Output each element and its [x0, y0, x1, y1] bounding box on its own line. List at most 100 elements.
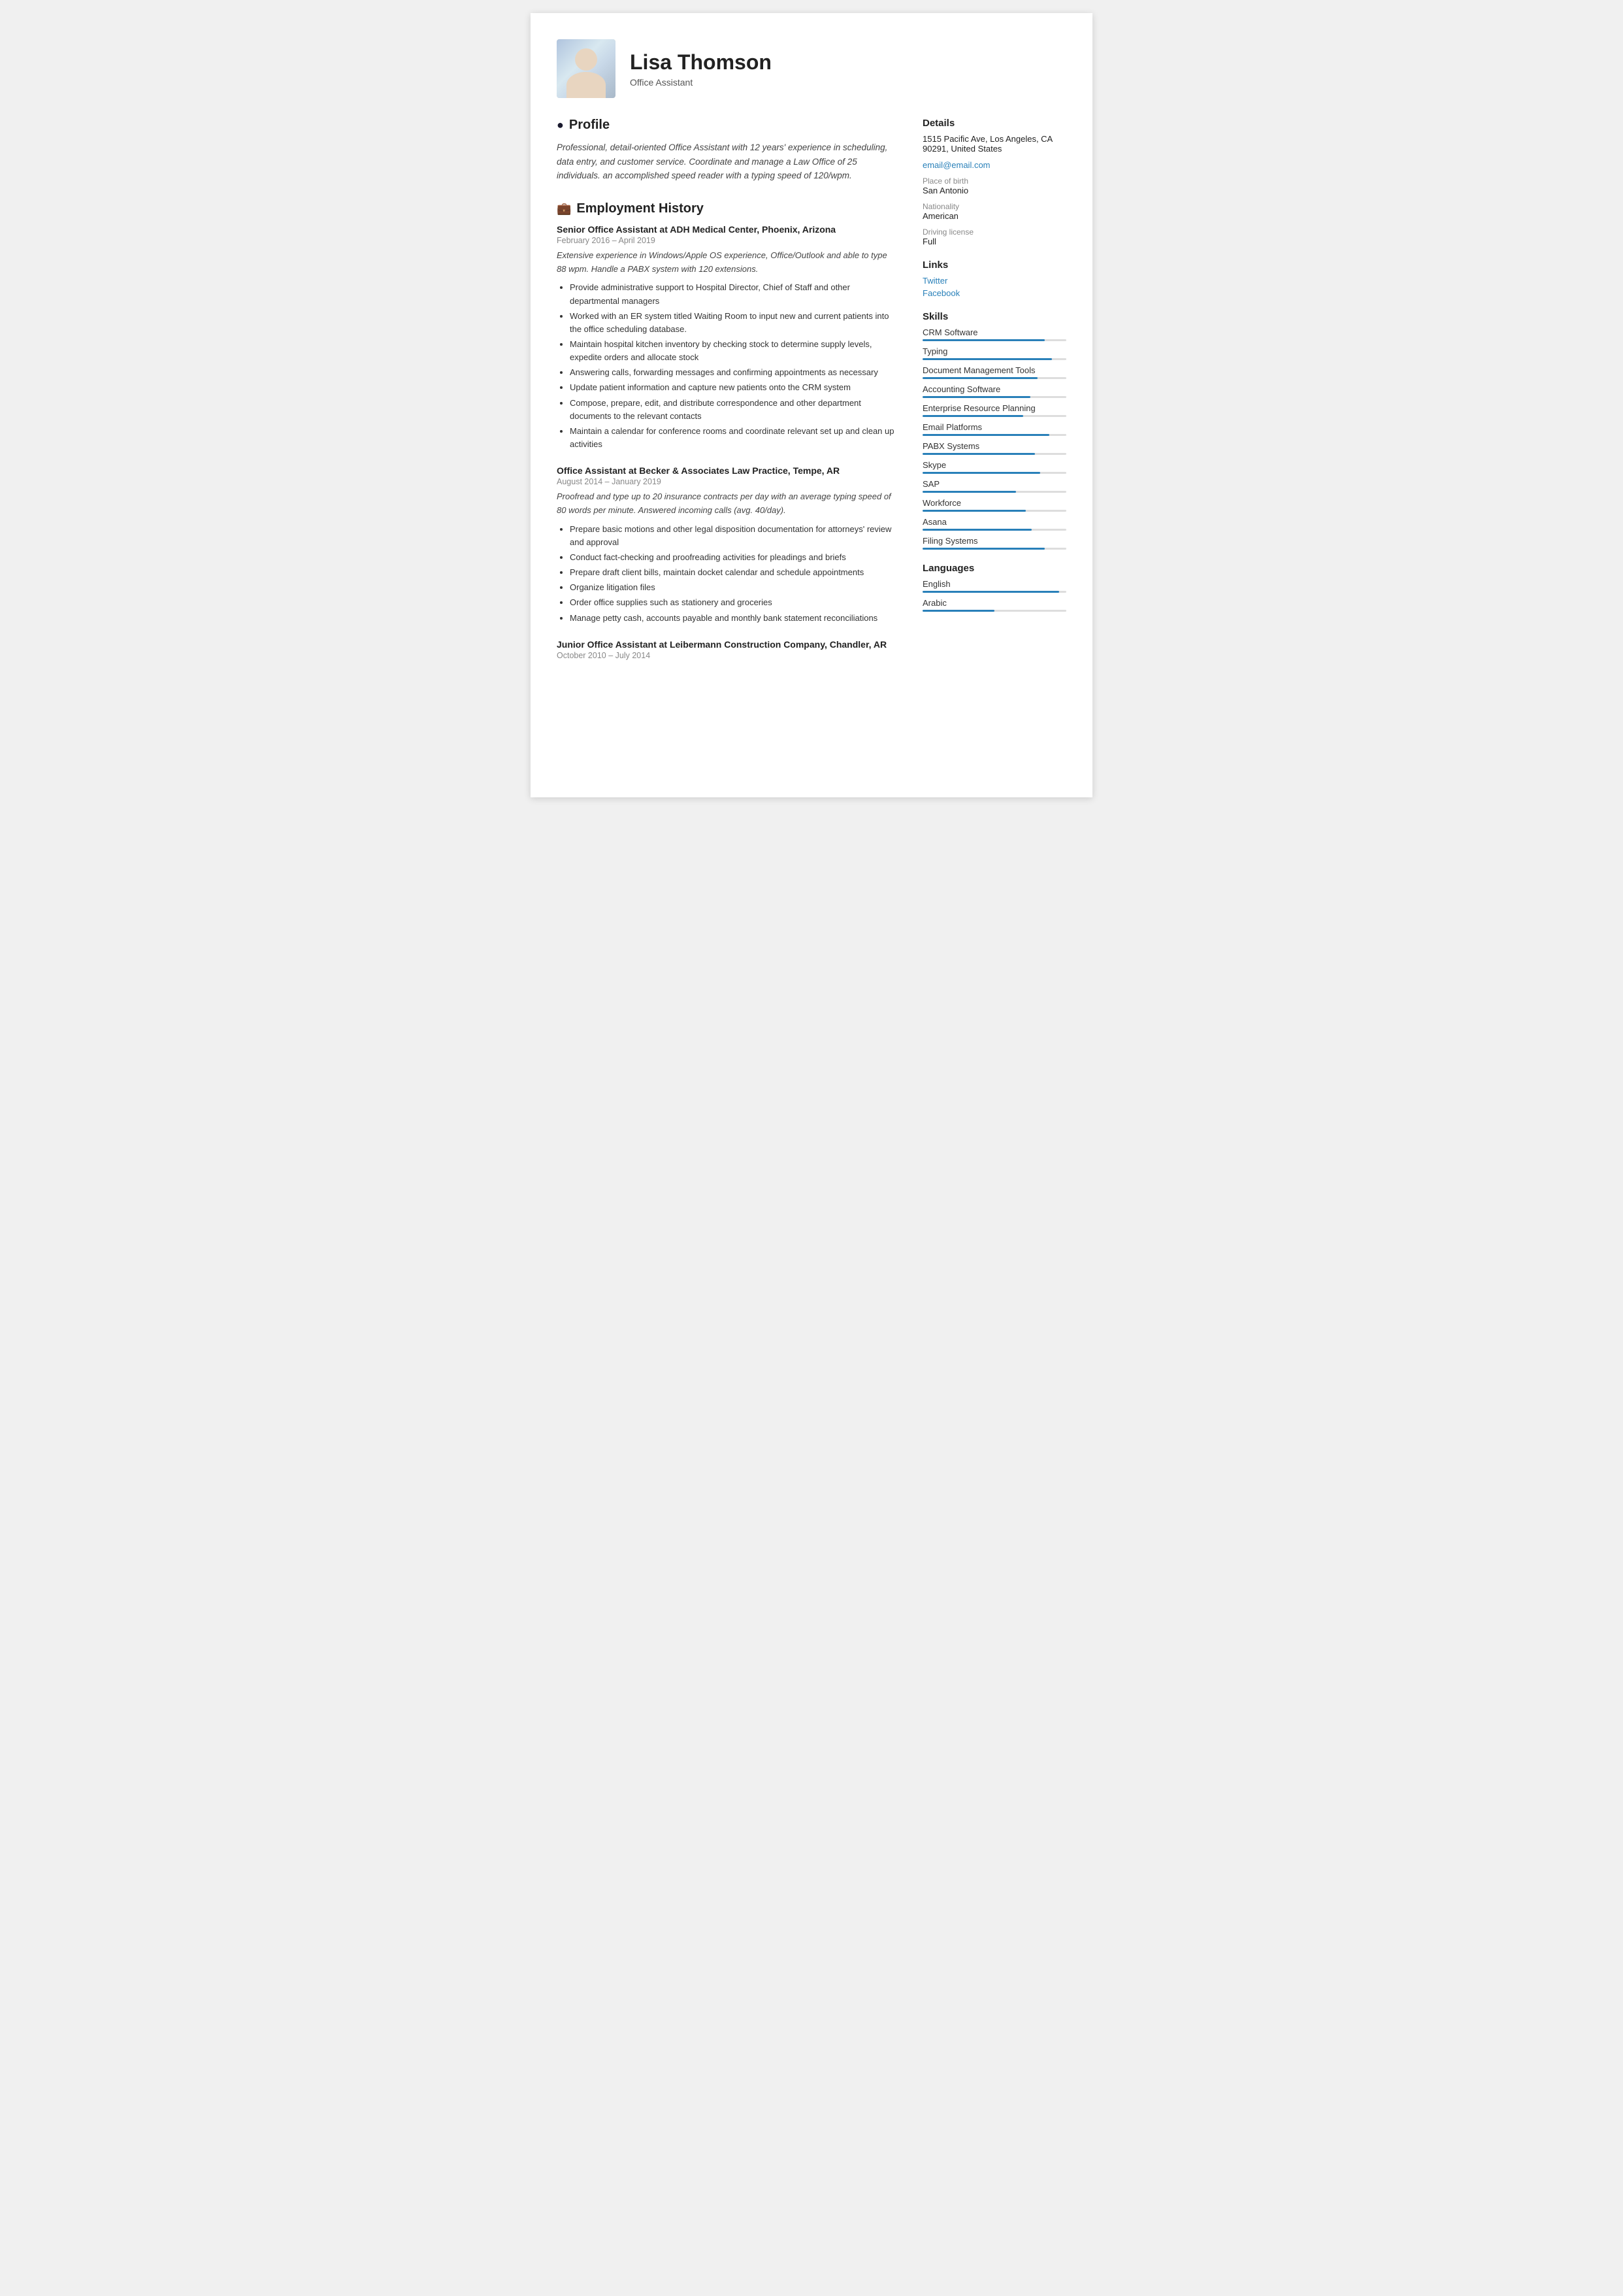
- skill-item: Email Platforms: [923, 422, 1066, 436]
- skill-bar-bg: [923, 491, 1066, 493]
- language-bar-fill: [923, 610, 994, 612]
- language-bar-bg: [923, 591, 1066, 593]
- detail-address: 1515 Pacific Ave, Los Angeles, CA 90291,…: [923, 134, 1066, 154]
- links-title: Links: [923, 259, 1066, 271]
- detail-email: email@email.com: [923, 160, 1066, 170]
- skill-bar-fill: [923, 434, 1049, 436]
- list-item: Organize litigation files: [570, 581, 896, 594]
- language-item: Arabic: [923, 598, 1066, 612]
- skill-bar-bg: [923, 377, 1066, 379]
- job-2-bullets: Prepare basic motions and other legal di…: [557, 523, 896, 625]
- detail-nationality: Nationality American: [923, 202, 1066, 221]
- skill-bar-bg: [923, 472, 1066, 474]
- skill-item: Accounting Software: [923, 384, 1066, 398]
- link-facebook[interactable]: Facebook: [923, 288, 1066, 298]
- details-section: Details 1515 Pacific Ave, Los Angeles, C…: [923, 118, 1066, 246]
- side-column: Details 1515 Pacific Ave, Los Angeles, C…: [923, 118, 1066, 678]
- list-item: Worked with an ER system titled Waiting …: [570, 310, 896, 336]
- skill-bar-bg: [923, 434, 1066, 436]
- skill-item: PABX Systems: [923, 441, 1066, 455]
- skill-name: Typing: [923, 346, 1066, 356]
- profile-title: ● Profile: [557, 118, 896, 133]
- language-bar-bg: [923, 610, 1066, 612]
- resume-header: Lisa Thomson Office Assistant: [557, 39, 1066, 98]
- skill-name: Accounting Software: [923, 384, 1066, 394]
- details-title: Details: [923, 118, 1066, 129]
- full-name: Lisa Thomson: [630, 50, 772, 75]
- skill-bar-fill: [923, 491, 1016, 493]
- skill-name: Filing Systems: [923, 536, 1066, 546]
- skill-bar-bg: [923, 339, 1066, 341]
- skill-name: Enterprise Resource Planning: [923, 403, 1066, 413]
- skill-bar-bg: [923, 396, 1066, 398]
- list-item: Manage petty cash, accounts payable and …: [570, 612, 896, 625]
- list-item: Compose, prepare, edit, and distribute c…: [570, 397, 896, 423]
- skill-bar-fill: [923, 510, 1026, 512]
- skills-section: Skills CRM Software Typing Document Mana…: [923, 311, 1066, 550]
- skill-name: SAP: [923, 479, 1066, 489]
- skill-item: Document Management Tools: [923, 365, 1066, 379]
- link-twitter[interactable]: Twitter: [923, 276, 1066, 286]
- skill-name: Skype: [923, 460, 1066, 470]
- skill-bar-fill: [923, 472, 1040, 474]
- skill-item: CRM Software: [923, 327, 1066, 341]
- skill-bar-bg: [923, 453, 1066, 455]
- skills-list: CRM Software Typing Document Management …: [923, 327, 1066, 550]
- skill-bar-fill: [923, 453, 1035, 455]
- skill-bar-fill: [923, 415, 1023, 417]
- language-name: Arabic: [923, 598, 1066, 608]
- skill-bar-bg: [923, 548, 1066, 550]
- list-item: Update patient information and capture n…: [570, 381, 896, 394]
- skill-name: Asana: [923, 517, 1066, 527]
- employment-title: 💼 Employment History: [557, 201, 896, 216]
- language-name: English: [923, 579, 1066, 589]
- skill-bar-fill: [923, 529, 1032, 531]
- list-item: Order office supplies such as stationery…: [570, 596, 896, 609]
- list-item: Conduct fact-checking and proofreading a…: [570, 551, 896, 564]
- skill-bar-bg: [923, 415, 1066, 417]
- job-item: Office Assistant at Becker & Associates …: [557, 465, 896, 625]
- job-title: Office Assistant: [630, 77, 772, 88]
- job-item: Senior Office Assistant at ADH Medical C…: [557, 224, 896, 451]
- skill-bar-bg: [923, 510, 1066, 512]
- employment-section: 💼 Employment History Senior Office Assis…: [557, 201, 896, 660]
- skill-item: SAP: [923, 479, 1066, 493]
- detail-birth: Place of birth San Antonio: [923, 176, 1066, 195]
- skill-bar-fill: [923, 548, 1045, 550]
- job-1-dates: February 2016 – April 2019: [557, 236, 896, 245]
- skill-bar-bg: [923, 529, 1066, 531]
- avatar: [557, 39, 615, 98]
- list-item: Prepare basic motions and other legal di…: [570, 523, 896, 549]
- skill-bar-fill: [923, 396, 1030, 398]
- skill-item: Asana: [923, 517, 1066, 531]
- skill-bar-bg: [923, 358, 1066, 360]
- skill-item: Typing: [923, 346, 1066, 360]
- skill-name: PABX Systems: [923, 441, 1066, 451]
- languages-section: Languages English Arabic: [923, 563, 1066, 612]
- skill-item: Skype: [923, 460, 1066, 474]
- skill-item: Workforce: [923, 498, 1066, 512]
- skill-item: Enterprise Resource Planning: [923, 403, 1066, 417]
- resume-body: ● Profile Professional, detail-oriented …: [557, 118, 1066, 678]
- language-bar-fill: [923, 591, 1059, 593]
- job-item: Junior Office Assistant at Leibermann Co…: [557, 639, 896, 660]
- profile-icon: ●: [557, 118, 564, 132]
- job-3-title: Junior Office Assistant at Leibermann Co…: [557, 639, 896, 650]
- list-item: Maintain a calendar for conference rooms…: [570, 425, 896, 451]
- skill-name: Document Management Tools: [923, 365, 1066, 375]
- header-info: Lisa Thomson Office Assistant: [630, 50, 772, 88]
- job-2-title: Office Assistant at Becker & Associates …: [557, 465, 896, 476]
- skill-item: Filing Systems: [923, 536, 1066, 550]
- employment-icon: 💼: [557, 202, 571, 216]
- profile-section: ● Profile Professional, detail-oriented …: [557, 118, 896, 183]
- profile-text: Professional, detail-oriented Office Ass…: [557, 141, 896, 183]
- detail-driving: Driving license Full: [923, 227, 1066, 246]
- language-item: English: [923, 579, 1066, 593]
- job-1-bullets: Provide administrative support to Hospit…: [557, 281, 896, 451]
- skill-bar-fill: [923, 358, 1052, 360]
- languages-title: Languages: [923, 563, 1066, 574]
- skill-name: Workforce: [923, 498, 1066, 508]
- job-1-title: Senior Office Assistant at ADH Medical C…: [557, 224, 896, 235]
- main-column: ● Profile Professional, detail-oriented …: [557, 118, 896, 678]
- links-section: Links Twitter Facebook: [923, 259, 1066, 298]
